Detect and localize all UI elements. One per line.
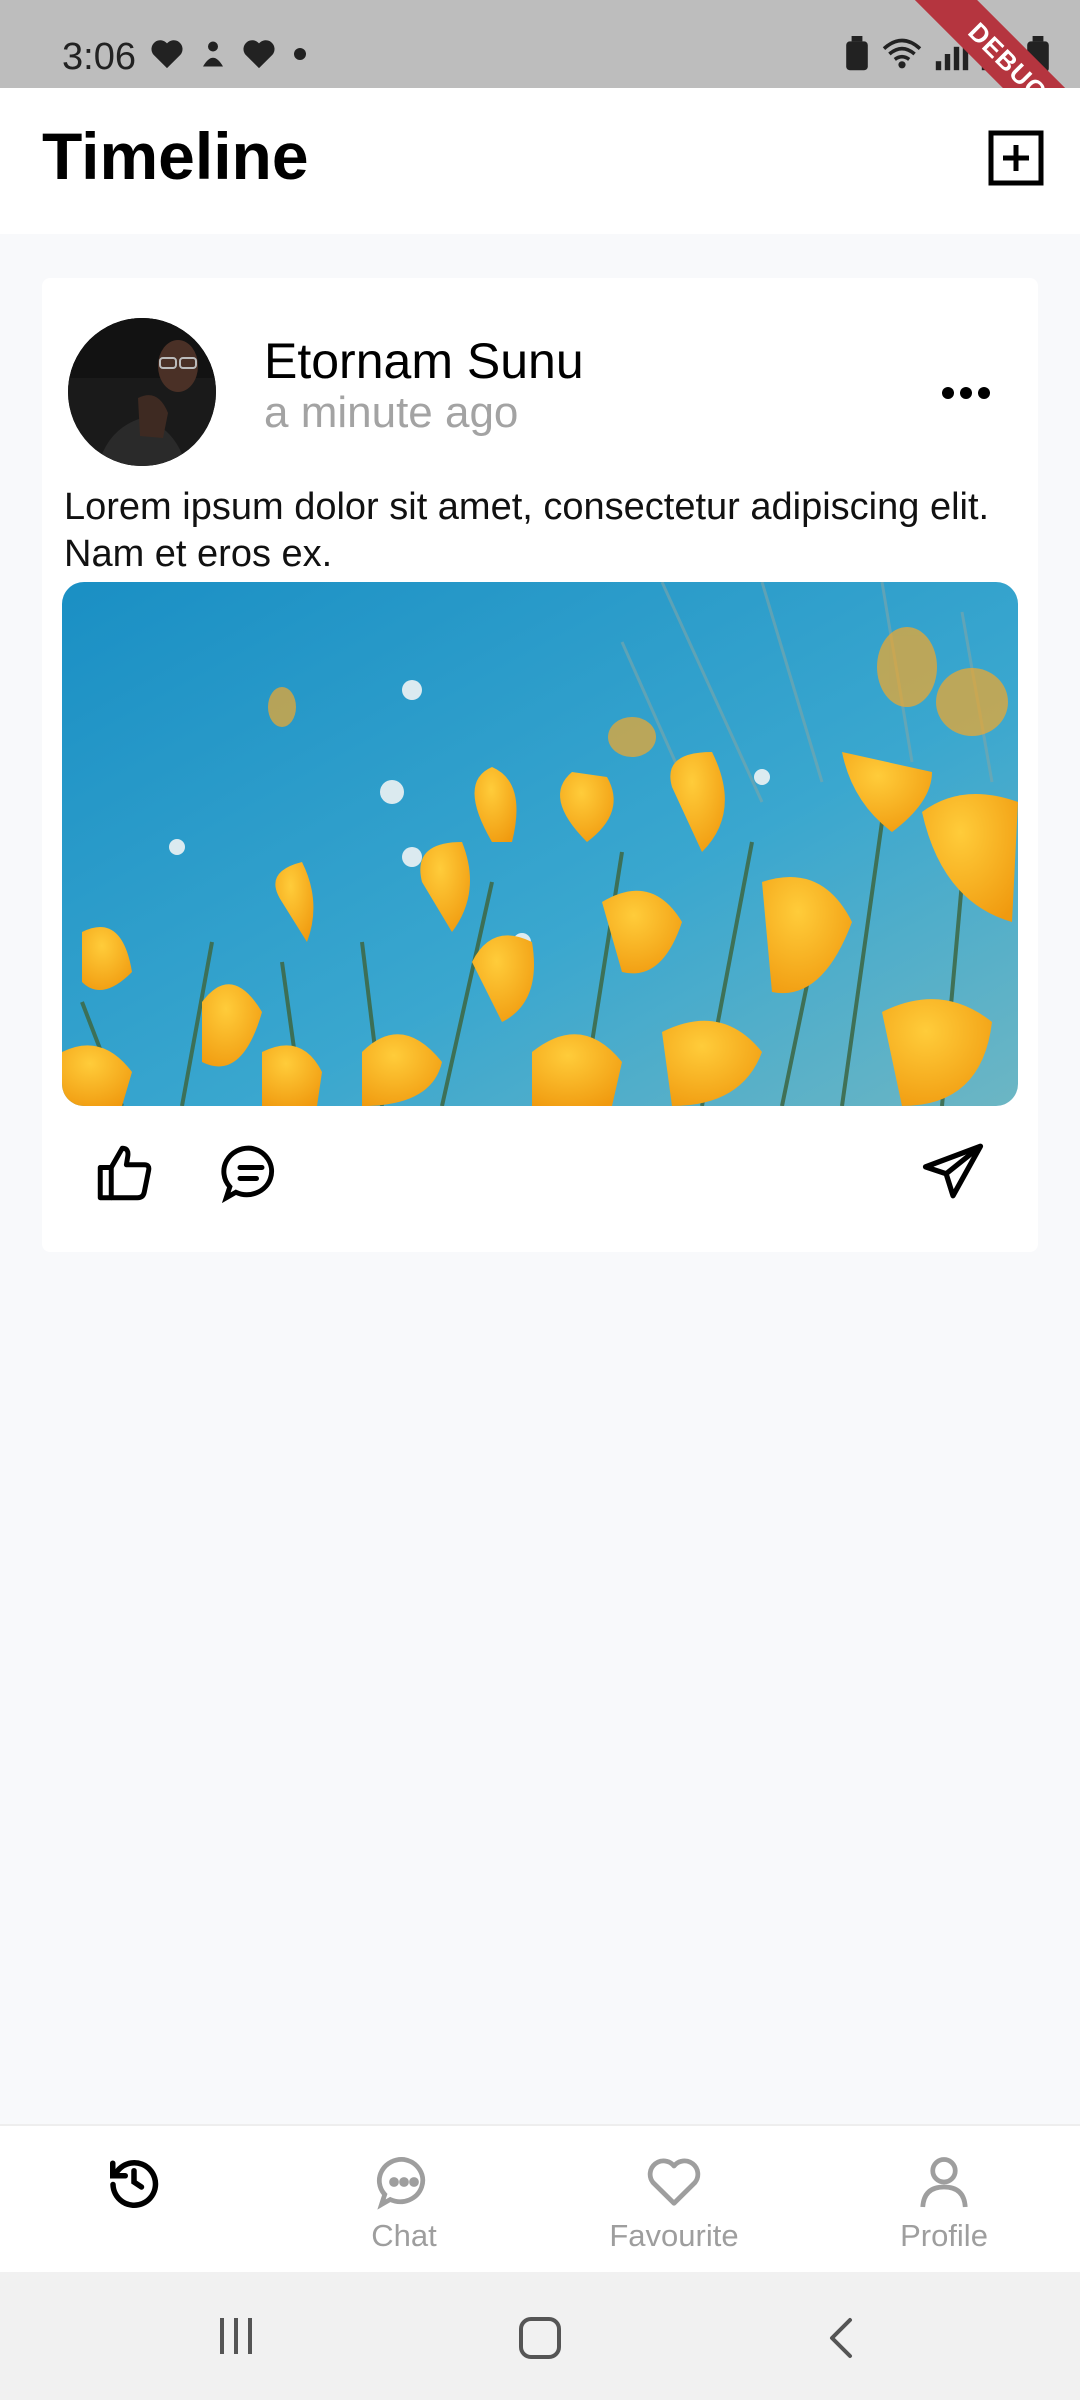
- dot-icon: [294, 48, 306, 60]
- nav-item-profile[interactable]: Profile: [844, 2152, 1044, 2254]
- post-text: Lorem ipsum dolor sit amet, consectetur …: [64, 486, 990, 575]
- share-button[interactable]: [920, 1138, 986, 1204]
- page-title: Timeline: [42, 119, 309, 193]
- comment-button[interactable]: [218, 1140, 284, 1206]
- status-bar: 3:06 DEBUG: [0, 0, 1080, 88]
- post-timestamp: a minute ago: [264, 388, 519, 437]
- add-post-button[interactable]: [988, 130, 1044, 186]
- chat-bubble-icon: [376, 2157, 426, 2210]
- thumbs-up-icon: [97, 1145, 152, 1201]
- author-name[interactable]: Etornam Sunu: [264, 332, 584, 390]
- nav-item-favourite[interactable]: Favourite: [574, 2152, 774, 2254]
- post-card: Etornam Sunu a minute ago Lorem ipsum do…: [42, 278, 1038, 1252]
- status-time: 3:06: [62, 36, 136, 78]
- add-box-icon: [988, 130, 1044, 186]
- notification-icons: [150, 38, 310, 70]
- post-image[interactable]: [62, 582, 1018, 1106]
- nav-label-favourite: Favourite: [609, 2218, 739, 2253]
- bottom-navigation: Chat Favourite Profile: [0, 2124, 1080, 2274]
- game-notification-icon: [203, 41, 223, 67]
- app-bar: Timeline: [0, 88, 1080, 234]
- send-icon: [922, 1143, 984, 1199]
- system-navigation-bar: [0, 2272, 1080, 2400]
- battery-saver-icon: [846, 36, 868, 71]
- like-button[interactable]: [92, 1140, 158, 1206]
- recent-apps-icon[interactable]: [216, 2316, 256, 2356]
- wifi-icon: [882, 38, 922, 69]
- heart-icon: [647, 2158, 701, 2206]
- back-icon[interactable]: [826, 2316, 856, 2360]
- avatar[interactable]: [68, 318, 216, 466]
- nav-item-chat[interactable]: Chat: [304, 2152, 504, 2254]
- more-options-button[interactable]: [936, 378, 996, 408]
- nav-item-timeline[interactable]: [34, 2152, 234, 2218]
- person-icon: [920, 2157, 968, 2208]
- flowers-image: [62, 582, 1018, 1106]
- nav-label-profile: Profile: [900, 2218, 988, 2253]
- history-icon: [110, 2160, 159, 2209]
- heart-notification-icon: [243, 40, 275, 69]
- heart-notification-icon: [151, 40, 183, 69]
- comment-icon: [221, 1145, 275, 1204]
- nav-label-chat: Chat: [371, 2218, 437, 2253]
- avatar-image: [68, 318, 216, 466]
- home-icon[interactable]: [518, 2316, 562, 2360]
- more-horizontal-icon: [942, 387, 990, 399]
